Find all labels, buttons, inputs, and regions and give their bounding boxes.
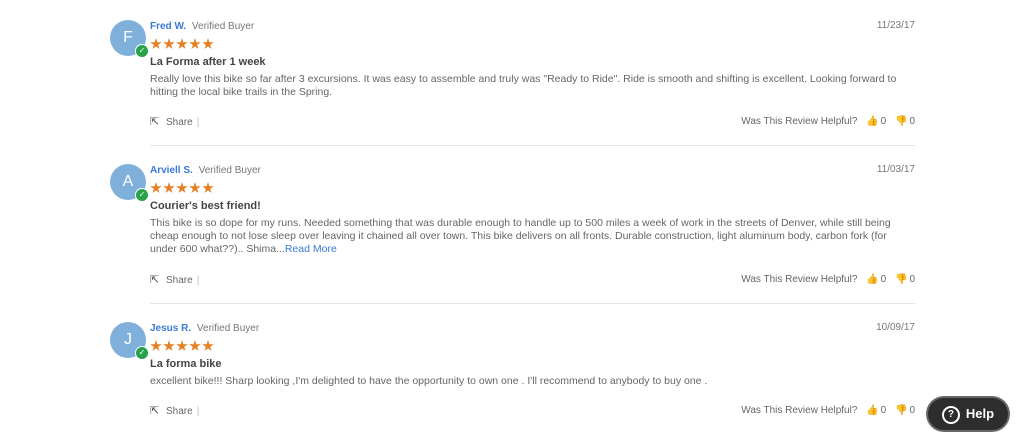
question-icon: ? [941, 405, 960, 424]
reviewer-name[interactable]: Arviell S. [150, 165, 193, 176]
review-title: La Forma after 1 week [150, 56, 266, 68]
thumbs-down-icon[interactable]: 👎 [895, 274, 907, 285]
helpful-section: Was This Review Helpful? 👍 0 👎 0 [741, 273, 915, 287]
star-icon [202, 182, 214, 193]
upvote-count: 0 [880, 116, 887, 127]
star-icon [202, 340, 214, 351]
verified-buyer-badge: Verified Buyer [191, 21, 255, 32]
share-button[interactable]: ⇱ Share | [150, 404, 199, 419]
star-icon [202, 38, 214, 49]
review-date: 10/09/17 [876, 322, 915, 333]
review-card: F ✓ Fred W. Verified Buyer 11/23/17 La F… [110, 20, 915, 128]
thumbs-up-icon[interactable]: 👍 [866, 405, 878, 416]
thumbs-down-icon[interactable]: 👎 [895, 405, 907, 416]
star-icon [176, 182, 188, 193]
upvote-count: 0 [880, 274, 887, 285]
helpful-label: Was This Review Helpful? [741, 274, 858, 285]
star-icon [189, 38, 201, 49]
share-icon: ⇱ [150, 405, 160, 417]
star-icon [176, 340, 188, 351]
helpful-section: Was This Review Helpful? 👍 0 👎 0 [741, 404, 915, 418]
review-title: Courier's best friend! [150, 200, 261, 212]
review-card: J ✓ Jesus R. Verified Buyer 10/09/17 La … [110, 322, 915, 422]
downvote-count: 0 [909, 405, 915, 416]
star-icon [163, 38, 175, 49]
share-button[interactable]: ⇱ Share | [150, 115, 199, 130]
divider [150, 303, 915, 304]
star-icon [150, 182, 162, 193]
star-icon [176, 38, 188, 49]
review-card: A ✓ Arviell S. Verified Buyer 11/03/17 C… [110, 164, 915, 287]
upvote-count: 0 [880, 405, 887, 416]
star-icon [189, 340, 201, 351]
helpful-section: Was This Review Helpful? 👍 0 👎 0 [741, 115, 915, 129]
verified-check-icon: ✓ [135, 346, 149, 360]
star-icon [163, 340, 175, 351]
share-icon: ⇱ [150, 116, 160, 128]
divider [150, 145, 915, 146]
star-rating [150, 37, 915, 51]
downvote-count: 0 [909, 274, 915, 285]
verified-buyer-badge: Verified Buyer [196, 323, 260, 334]
star-rating [150, 181, 915, 195]
review-date: 11/23/17 [876, 20, 915, 31]
review-title: La forma bike [150, 358, 222, 370]
verified-check-icon: ✓ [135, 188, 149, 202]
review-date: 11/03/17 [876, 164, 915, 175]
help-button[interactable]: ? Help [928, 398, 1008, 430]
review-body: This bike is so dope for my runs. Needed… [150, 217, 891, 255]
star-rating [150, 339, 915, 353]
verified-check-icon: ✓ [135, 44, 149, 58]
helpful-label: Was This Review Helpful? [741, 116, 858, 127]
review-body: Really love this bike so far after 3 exc… [150, 73, 897, 98]
star-icon [150, 340, 162, 351]
reviewer-name[interactable]: Jesus R. [150, 323, 191, 334]
thumbs-up-icon[interactable]: 👍 [866, 116, 878, 127]
share-button[interactable]: ⇱ Share | [150, 273, 199, 288]
thumbs-down-icon[interactable]: 👎 [895, 116, 907, 127]
verified-buyer-badge: Verified Buyer [198, 165, 261, 176]
review-body: excellent bike!!! Sharp looking ,I'm del… [150, 375, 708, 387]
star-icon [150, 38, 162, 49]
star-icon [163, 182, 175, 193]
share-icon: ⇱ [150, 274, 160, 286]
read-more-link[interactable]: Read More [285, 243, 337, 255]
thumbs-up-icon[interactable]: 👍 [866, 274, 878, 285]
downvote-count: 0 [909, 116, 915, 127]
reviewer-name[interactable]: Fred W. [150, 21, 186, 32]
star-icon [189, 182, 201, 193]
helpful-label: Was This Review Helpful? [741, 405, 858, 416]
